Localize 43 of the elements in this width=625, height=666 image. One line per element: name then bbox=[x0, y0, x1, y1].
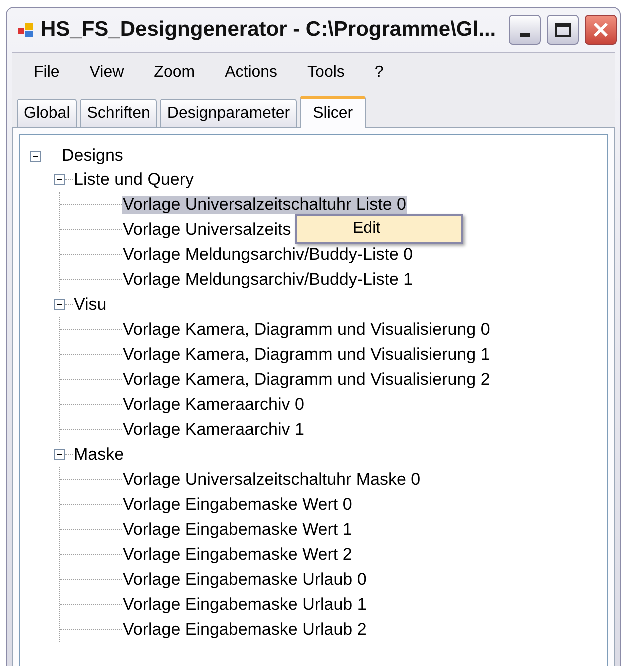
tree-node[interactable]: Designs bbox=[61, 147, 124, 165]
menu-item[interactable]: Tools bbox=[308, 61, 345, 85]
tab[interactable]: Slicer bbox=[300, 96, 366, 128]
maximize-button[interactable] bbox=[547, 15, 579, 45]
menu-item[interactable]: Zoom bbox=[154, 61, 196, 85]
menu-item[interactable]: ? bbox=[374, 61, 384, 85]
tree-node[interactable]: Liste und Query bbox=[73, 170, 196, 188]
tree-item[interactable]: Vorlage Meldungsarchiv/Buddy-Liste 0 bbox=[122, 246, 414, 264]
menu-item[interactable]: Edit bbox=[353, 217, 381, 241]
tree-item[interactable]: Vorlage Kamera, Diagramm und Visualisierung 2 bbox=[122, 370, 492, 388]
tree-node[interactable]: Maske bbox=[73, 446, 126, 464]
tree-item[interactable]: Vorlage Kameraarchiv 1 bbox=[122, 420, 306, 438]
tree-node[interactable]: Visu bbox=[73, 296, 108, 314]
close-button[interactable] bbox=[585, 15, 617, 45]
tree-item[interactable]: Vorlage Kamera, Diagramm und Visualisierung 1 bbox=[122, 346, 492, 364]
collapse-icon[interactable] bbox=[54, 174, 65, 185]
close-icon bbox=[593, 22, 609, 38]
tree-item[interactable]: Vorlage Eingabemaske Wert 1 bbox=[122, 520, 354, 538]
tree-item[interactable]: Vorlage Universalzeitschaltuhr Maske 0 bbox=[122, 470, 422, 488]
tab[interactable]: Schriften bbox=[80, 99, 158, 127]
collapse-icon[interactable] bbox=[54, 299, 65, 310]
menu-item[interactable]: File bbox=[34, 61, 60, 85]
tree-item[interactable]: Vorlage Meldungsarchiv/Buddy-Liste 1 bbox=[122, 270, 414, 288]
tree-item[interactable]: Vorlage Eingabemaske Urlaub 1 bbox=[122, 596, 368, 614]
minimize-icon bbox=[520, 33, 530, 37]
app-icon bbox=[17, 22, 35, 38]
tree-item[interactable]: Vorlage Kamera, Diagramm und Visualisierung 0 bbox=[122, 320, 492, 338]
menu-item[interactable]: View bbox=[90, 61, 124, 85]
tab[interactable]: Global bbox=[17, 99, 78, 127]
tree-item[interactable]: Vorlage Universalzeits bbox=[122, 220, 292, 238]
menu-item[interactable]: Actions bbox=[225, 61, 278, 85]
tree-item[interactable]: Vorlage Eingabemaske Urlaub 2 bbox=[122, 620, 368, 638]
tree-item[interactable]: Vorlage Eingabemaske Wert 2 bbox=[122, 546, 354, 564]
tree-item[interactable]: Vorlage Eingabemaske Wert 0 bbox=[122, 496, 354, 514]
tab[interactable]: Designparameter bbox=[160, 99, 298, 127]
tree-item[interactable]: Vorlage Universalzeitschaltuhr Liste 0 bbox=[122, 196, 408, 214]
window-title: HS_FS_Designgenerator - C:\Programme\Gl... bbox=[41, 17, 498, 44]
collapse-icon[interactable] bbox=[54, 449, 65, 460]
maximize-icon bbox=[555, 23, 571, 37]
minimize-button[interactable] bbox=[509, 15, 541, 45]
tree-item[interactable]: Vorlage Kameraarchiv 0 bbox=[122, 396, 306, 414]
collapse-icon[interactable] bbox=[30, 150, 41, 162]
tree-item[interactable]: Vorlage Eingabemaske Urlaub 0 bbox=[122, 570, 368, 588]
